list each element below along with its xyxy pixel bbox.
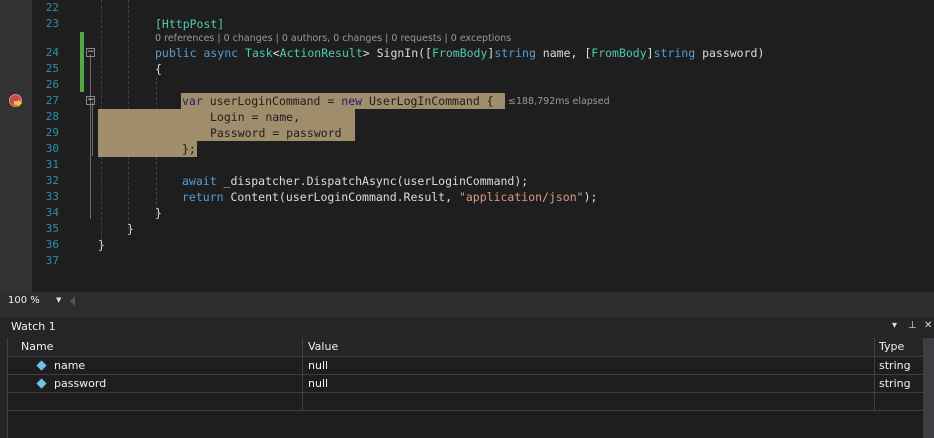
line-number: 35 [45,222,59,235]
outline-line [90,54,91,219]
code-line-24[interactable]: public async Task<ActionResult> SignIn([… [155,45,764,61]
code-line-29[interactable]: Password = password [210,125,342,141]
code-token: var [182,94,203,108]
watch-window: Watch 1 ▾ ⊥ ✕ Name Value Type name null … [0,317,934,438]
scroll-left-icon[interactable] [70,296,75,306]
line-number: 27 [45,94,59,107]
line-number: 32 [45,174,59,187]
watch-name[interactable]: name [54,358,85,374]
line-number: 37 [45,254,59,267]
line-number: 22 [45,1,59,14]
watch-title: Watch 1 [11,320,56,333]
vertical-scrollbar[interactable] [923,338,934,438]
window-position-dropdown-icon[interactable]: ▾ [892,320,897,331]
code-token: ActionResult [279,46,363,60]
glyph-margin[interactable] [0,0,32,292]
line-number: 34 [45,206,59,219]
code-line-34[interactable]: } [155,205,162,221]
collapse-toggle[interactable]: − [86,96,95,105]
line-number: 30 [45,142,59,155]
code-token: FromBody [591,46,647,60]
close-icon[interactable]: ✕ [924,320,932,331]
watch-value[interactable]: null [308,358,328,374]
column-header-value[interactable]: Value [302,338,874,356]
line-number: 36 [45,238,59,251]
change-indicator [80,32,84,92]
collapse-toggle[interactable]: − [86,48,95,57]
code-token: ); [583,190,598,204]
code-line-35[interactable]: } [127,221,134,237]
code-line-25[interactable]: { [155,61,162,77]
column-header-type[interactable]: Type [874,338,924,356]
variable-icon [36,360,47,371]
line-number: 23 [45,17,59,30]
code-line-36[interactable]: } [98,237,105,253]
row-divider [8,410,924,411]
new-watch-row[interactable] [8,393,924,410]
code-token: string [653,46,696,60]
code-line-32[interactable]: await _dispatcher.DispatchAsync(userLogi… [182,173,528,189]
line-number: 33 [45,190,59,203]
code-token: UserLogInCommand { [362,94,494,108]
row-divider [8,374,924,375]
watch-type: string [879,377,911,390]
zoom-value: 100 % [8,295,40,306]
chevron-down-icon[interactable]: ▼ [56,296,61,304]
code-token: ] [646,46,654,60]
codelens[interactable]: 0 references | 0 changes | 0 authors, 0 … [155,33,511,45]
perf-tip[interactable]: ≤188,792ms elapsed [508,96,610,108]
editor-status-bar: 100 % ▼ [0,292,934,310]
code-token: string [494,46,536,60]
code-token: > SignIn([ [362,46,432,60]
code-token: _dispatcher.DispatchAsync(userLoginComma… [216,174,529,188]
line-number: 28 [45,110,59,123]
watch-type: string [879,359,911,372]
code-line-30[interactable]: }; [182,141,196,157]
variable-icon [36,378,47,389]
code-token: public async [155,46,246,60]
watch-value[interactable]: null [308,376,328,392]
code-token: name, [ [535,46,592,60]
code-line-33[interactable]: return Content(userLoginCommand.Result, … [182,189,597,205]
code-editor[interactable]: 22 23 24 25 26 27 28 29 30 31 32 33 34 3… [0,0,934,292]
code-line-23[interactable]: [HttpPost] [155,16,224,32]
line-number: 31 [45,158,59,171]
splitter[interactable] [0,310,934,317]
code-token: "application/json" [458,190,584,204]
code-token: await [182,174,217,188]
code-token: Content(userLoginCommand.Result, [223,190,459,204]
code-token: FromBody [432,46,488,60]
line-number: 29 [45,126,59,139]
pin-icon[interactable]: ⊥ [908,320,917,331]
column-header-name[interactable]: Name [8,338,302,356]
line-number: 24 [45,46,59,59]
watch-name[interactable]: password [54,376,106,392]
code-token: < [272,46,280,60]
code-token: Task [245,46,273,60]
code-line-27[interactable]: var userLoginCommand = new UserLogInComm… [182,93,494,109]
line-number: 26 [45,78,59,91]
code-token: return [182,190,224,204]
line-number: 25 [45,62,59,75]
outline-line [92,102,93,156]
row-divider [8,356,924,357]
code-token: new [341,94,363,108]
code-line-28[interactable]: Login = name, [210,109,300,125]
watch-table: Name Value Type name null string passwor… [7,338,924,438]
code-token: password) [695,46,765,60]
code-token: userLoginCommand = [202,94,342,108]
